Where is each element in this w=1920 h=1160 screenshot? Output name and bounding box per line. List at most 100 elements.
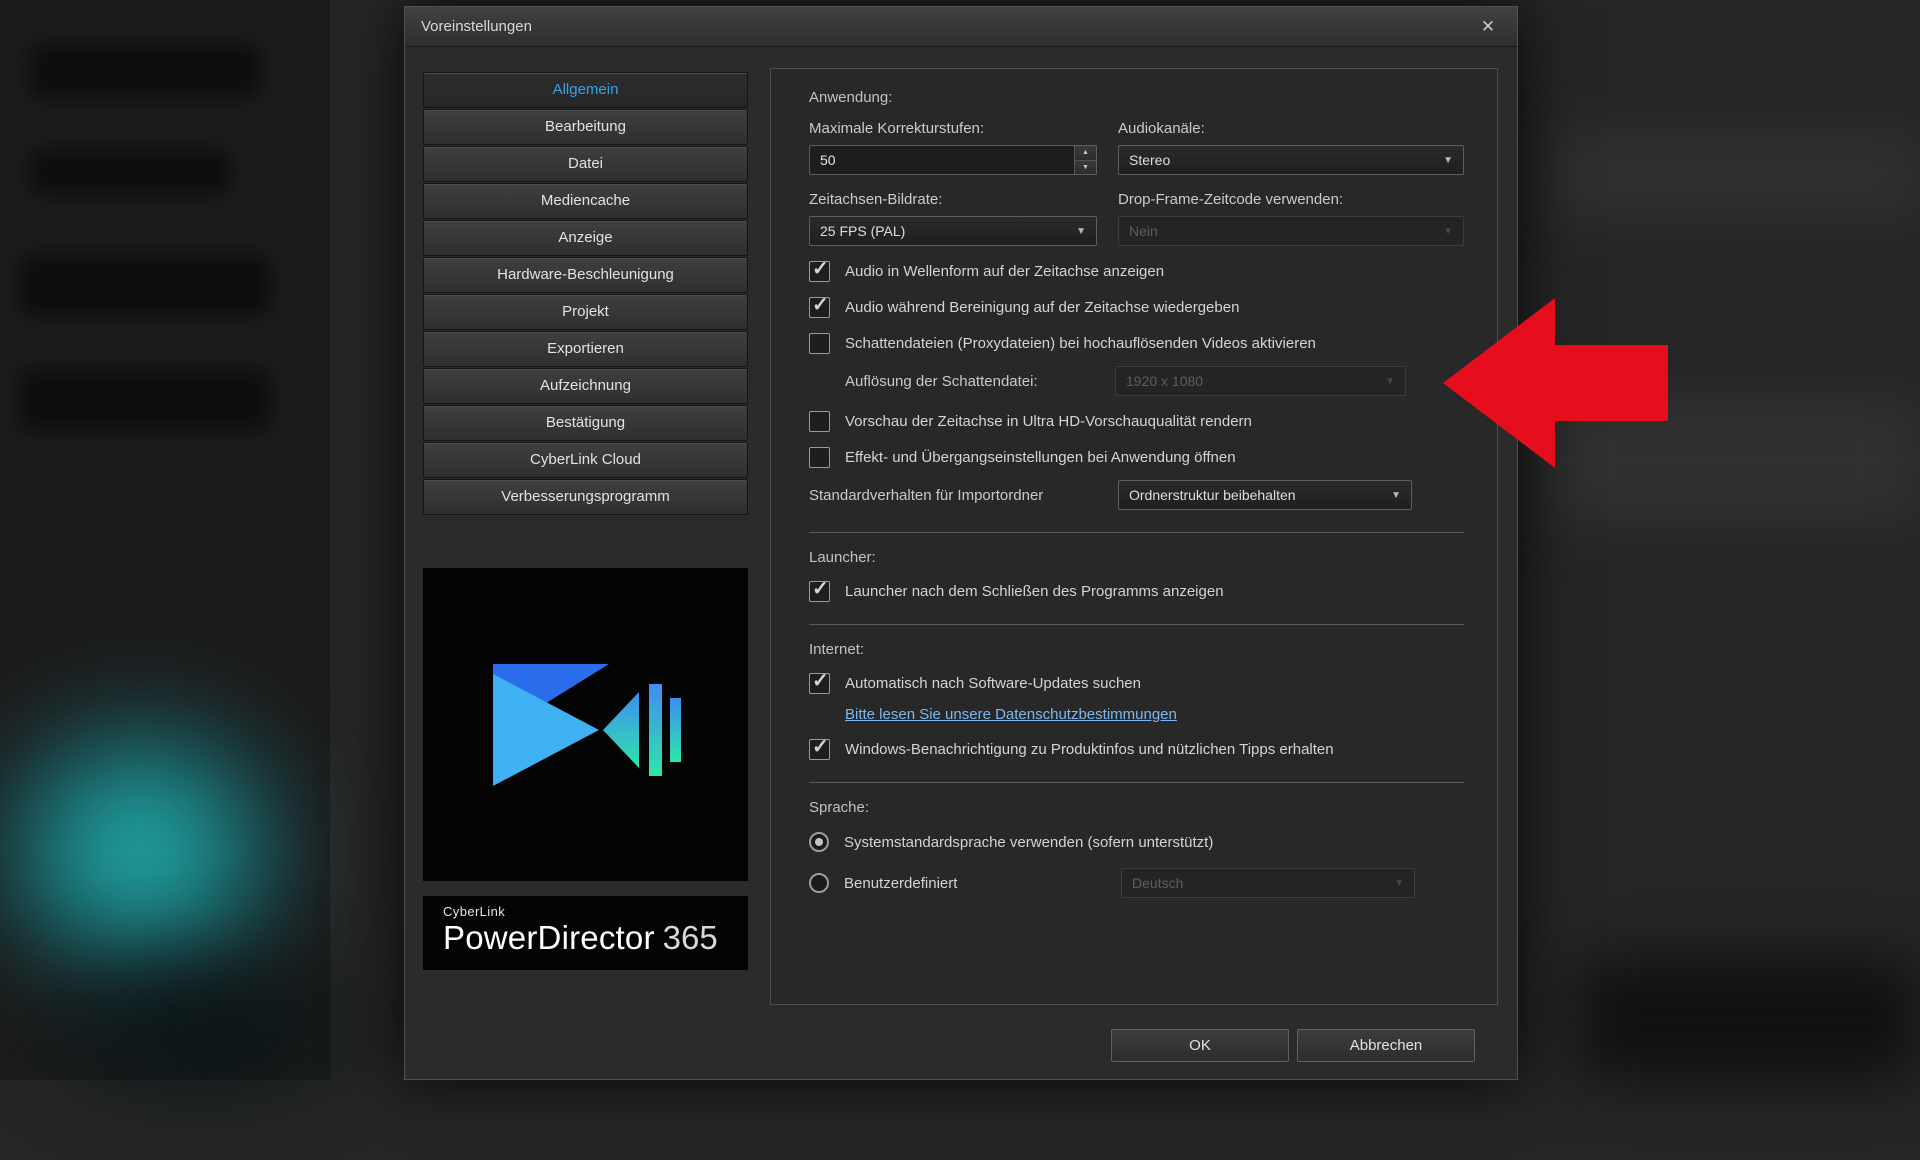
sidebar-item-anzeige[interactable]: Anzeige (423, 220, 748, 256)
dialog-footer: OK Abbrechen (1111, 1029, 1475, 1062)
selected-value: Stereo (1129, 152, 1170, 168)
checkbox-label: Schattendateien (Proxydateien) bei hocha… (845, 335, 1316, 352)
background-blur-shape (30, 150, 230, 194)
section-divider (809, 782, 1464, 783)
section-internet-heading: Internet: (809, 641, 1464, 658)
dropframe-field: Drop-Frame-Zeitcode verwenden: Nein ▼ (1118, 191, 1498, 246)
checkbox-label: Effekt- und Übergangseinstellungen bei A… (845, 449, 1236, 466)
checkbox-launcher[interactable]: ✓ Launcher nach dem Schließen des Progra… (809, 581, 1464, 602)
privacy-link-row: Bitte lesen Sie unsere Datenschutzbestim… (845, 706, 1464, 724)
ok-button[interactable]: OK (1111, 1029, 1289, 1062)
checkbox-checked-icon: ✓ (809, 261, 830, 282)
section-anwendung-heading: Anwendung: (809, 89, 1464, 106)
checkbox-uhd-preview[interactable]: Vorschau der Zeitachse in Ultra HD-Vorsc… (809, 411, 1464, 432)
privacy-policy-link[interactable]: Bitte lesen Sie unsere Datenschutzbestim… (845, 706, 1177, 723)
sidebar-item-label: Hardware-Beschleunigung (497, 266, 674, 283)
sidebar-item-allgemein[interactable]: Allgemein (423, 72, 748, 108)
checkbox-shadow-files[interactable]: Schattendateien (Proxydateien) bei hocha… (809, 333, 1464, 354)
selected-value: Nein (1129, 223, 1158, 239)
section-sprache-heading: Sprache: (809, 799, 1464, 816)
section-divider (809, 532, 1464, 533)
checkbox-label: Launcher nach dem Schließen des Programm… (845, 583, 1224, 600)
checkbox-audio-scrub[interactable]: ✓ Audio während Bereinigung auf der Zeit… (809, 297, 1464, 318)
sidebar-item-aufzeichnung[interactable]: Aufzeichnung (423, 368, 748, 404)
background-blur-shape (30, 45, 260, 97)
background-blur-shape (1555, 130, 1920, 220)
sidebar-item-label: Anzeige (558, 229, 612, 246)
selected-value: 25 FPS (PAL) (820, 223, 905, 239)
audio-channels-select[interactable]: Stereo ▼ (1118, 145, 1464, 175)
selected-value: Deutsch (1132, 875, 1183, 891)
spinner-up-icon[interactable]: ▲ (1075, 146, 1096, 160)
audio-channels-label: Audiokanäle: (1118, 120, 1498, 137)
dropdown-arrow-icon: ▼ (1385, 376, 1395, 387)
dropframe-label: Drop-Frame-Zeitcode verwenden: (1118, 191, 1498, 208)
checkbox-unchecked-icon (809, 333, 830, 354)
sidebar-item-bearbeitung[interactable]: Bearbeitung (423, 109, 748, 145)
dialog-title: Voreinstellungen (421, 18, 532, 35)
checkbox-label: Automatisch nach Software-Updates suchen (845, 675, 1141, 692)
background-blur-shape (20, 370, 270, 430)
section-launcher-heading: Launcher: (809, 549, 1464, 566)
preferences-dialog: Voreinstellungen ✕ Allgemein Bearbeitung… (404, 6, 1518, 1080)
dropdown-arrow-icon: ▼ (1443, 155, 1453, 166)
sidebar-item-datei[interactable]: Datei (423, 146, 748, 182)
shadow-resolution-row: Auflösung der Schattendatei: 1920 x 1080… (845, 366, 1464, 396)
audio-channels-field: Audiokanäle: Stereo ▼ (1118, 120, 1498, 175)
checkbox-label: Vorschau der Zeitachse in Ultra HD-Vorsc… (845, 413, 1252, 430)
radio-selected-icon (809, 832, 829, 852)
framerate-select[interactable]: 25 FPS (PAL) ▼ (809, 216, 1097, 246)
radio-custom-language[interactable]: Benutzerdefiniert Deutsch ▼ (809, 868, 1464, 898)
checkbox-audio-waveform[interactable]: ✓ Audio in Wellenform auf der Zeitachse … (809, 261, 1464, 282)
dialog-titlebar[interactable]: Voreinstellungen ✕ (405, 7, 1517, 47)
checkbox-software-updates[interactable]: ✓ Automatisch nach Software-Updates such… (809, 673, 1464, 694)
sidebar-item-projekt[interactable]: Projekt (423, 294, 748, 330)
shadow-resolution-label: Auflösung der Schattendatei: (845, 373, 1115, 390)
settings-panel: Anwendung: Maximale Korrekturstufen: ▲ ▼… (770, 68, 1498, 1005)
sidebar-item-label: CyberLink Cloud (530, 451, 641, 468)
sidebar-item-cyberlink-cloud[interactable]: CyberLink Cloud (423, 442, 748, 478)
max-correction-stepper[interactable]: ▲ ▼ (809, 145, 1097, 175)
checkbox-checked-icon: ✓ (809, 739, 830, 760)
annotation-red-arrow-icon (1443, 298, 1668, 468)
sidebar-item-label: Bearbeitung (545, 118, 626, 135)
sidebar-item-bestaetigung[interactable]: Bestätigung (423, 405, 748, 441)
dropframe-select: Nein ▼ (1118, 216, 1464, 246)
checkbox-effect-settings[interactable]: Effekt- und Übergangseinstellungen bei A… (809, 447, 1464, 468)
background-blur-shape (1580, 960, 1920, 1080)
dropdown-arrow-icon: ▼ (1443, 226, 1453, 237)
import-folder-row: Standardverhalten für Importordner Ordne… (809, 480, 1464, 510)
sidebar-item-hardware[interactable]: Hardware-Beschleunigung (423, 257, 748, 293)
checkbox-label: Audio während Bereinigung auf der Zeitac… (845, 299, 1239, 316)
import-folder-select[interactable]: Ordnerstruktur beibehalten ▼ (1118, 480, 1412, 510)
brand-edition: 365 (663, 919, 718, 956)
checkbox-windows-notifications[interactable]: ✓ Windows-Benachrichtigung zu Produktinf… (809, 739, 1464, 760)
framerate-field: Zeitachsen-Bildrate: 25 FPS (PAL) ▼ (809, 191, 1118, 246)
radio-system-language[interactable]: Systemstandardsprache verwenden (sofern … (809, 832, 1464, 852)
sidebar-item-exportieren[interactable]: Exportieren (423, 331, 748, 367)
stepper-buttons: ▲ ▼ (1074, 146, 1096, 174)
checkbox-unchecked-icon (809, 447, 830, 468)
powerdirector-logo-icon (481, 650, 691, 800)
sidebar-item-label: Projekt (562, 303, 609, 320)
close-icon[interactable]: ✕ (1475, 17, 1501, 37)
background-blur-shape (20, 255, 270, 315)
shadow-resolution-select: 1920 x 1080 ▼ (1115, 366, 1406, 396)
sidebar-item-label: Verbesserungsprogramm (501, 488, 669, 505)
selected-value: 1920 x 1080 (1126, 373, 1203, 389)
checkbox-checked-icon: ✓ (809, 673, 830, 694)
custom-language-select: Deutsch ▼ (1121, 868, 1415, 898)
checkbox-label: Windows-Benachrichtigung zu Produktinfos… (845, 741, 1334, 758)
section-divider (809, 624, 1464, 625)
sidebar-item-verbesserungsprogramm[interactable]: Verbesserungsprogramm (423, 479, 748, 515)
brand-company: CyberLink (443, 904, 748, 919)
max-correction-field: Maximale Korrekturstufen: ▲ ▼ (809, 120, 1118, 175)
radio-unselected-icon (809, 873, 829, 893)
sidebar-item-mediencache[interactable]: Mediencache (423, 183, 748, 219)
cancel-button[interactable]: Abbrechen (1297, 1029, 1475, 1062)
import-folder-label: Standardverhalten für Importordner (809, 487, 1118, 504)
max-correction-input[interactable] (810, 146, 1074, 174)
sidebar-item-label: Datei (568, 155, 603, 172)
brand-banner: CyberLink PowerDirector365 (423, 896, 748, 970)
spinner-down-icon[interactable]: ▼ (1075, 160, 1096, 175)
